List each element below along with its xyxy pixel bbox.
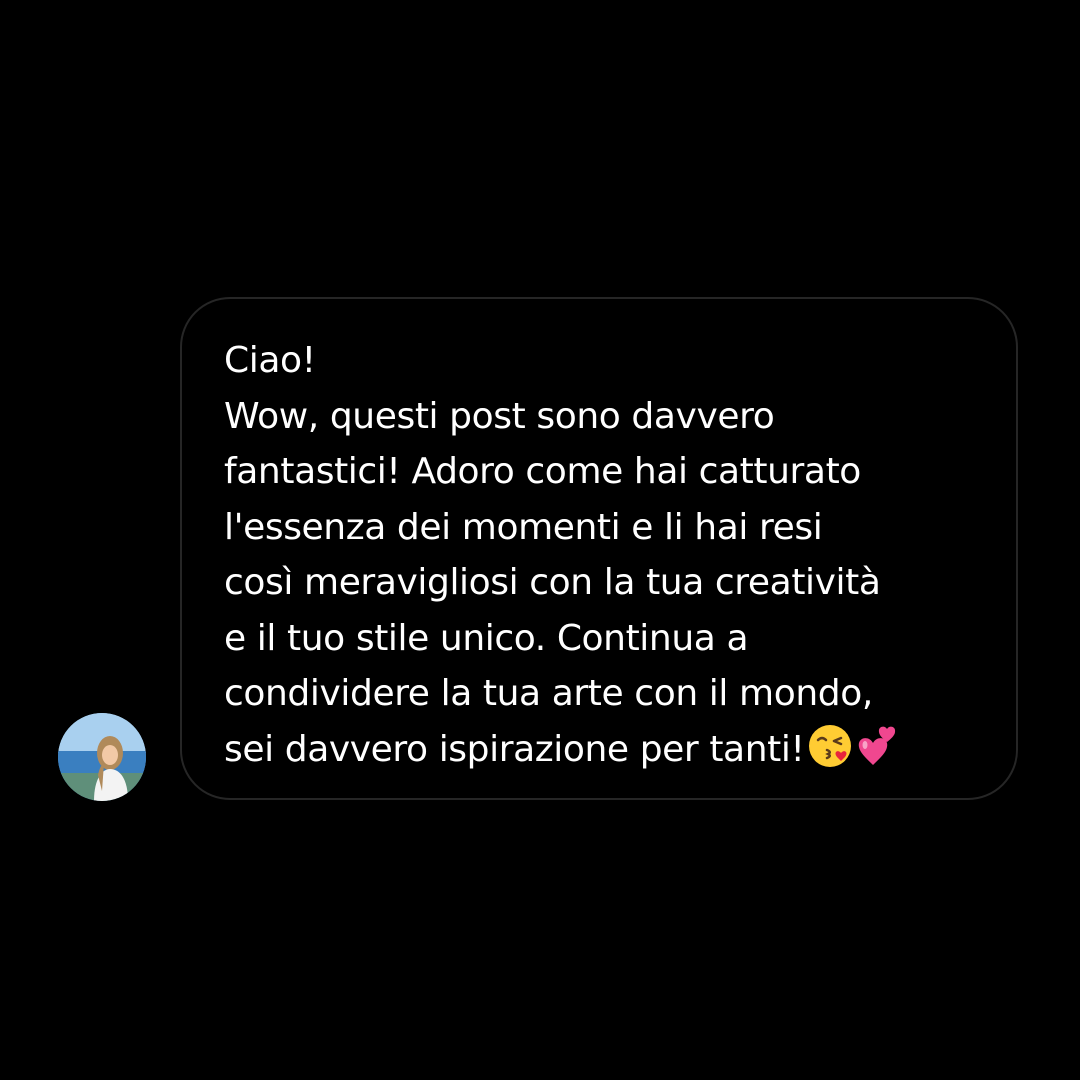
sender-avatar[interactable]: [58, 713, 146, 801]
avatar-photo: [58, 713, 146, 801]
message-line: condividere la tua arte con il mondo,: [224, 673, 873, 714]
message-line: l'essenza dei momenti e li hai resi: [224, 506, 823, 548]
kissing-face-icon: [807, 723, 853, 769]
message-last-line: sei davvero ispirazione per tanti!: [224, 722, 1004, 778]
message-bubble[interactable]: Ciao! Wow, questi post sono davvero fant…: [180, 297, 1018, 800]
message-line: Ciao!: [224, 340, 316, 381]
message-line: Wow, questi post sono davvero: [224, 395, 775, 437]
message-line: così meravigliosi con la tua creatività: [224, 562, 881, 603]
message-line: sei davvero ispirazione per tanti!: [224, 728, 805, 770]
message-text: Ciao! Wow, questi post sono davvero fant…: [224, 333, 1004, 777]
two-hearts-icon: [855, 723, 901, 769]
message-line: e il tuo stile unico. Continua a: [224, 617, 749, 659]
message-line: fantastici! Adoro come hai catturato: [224, 451, 861, 492]
